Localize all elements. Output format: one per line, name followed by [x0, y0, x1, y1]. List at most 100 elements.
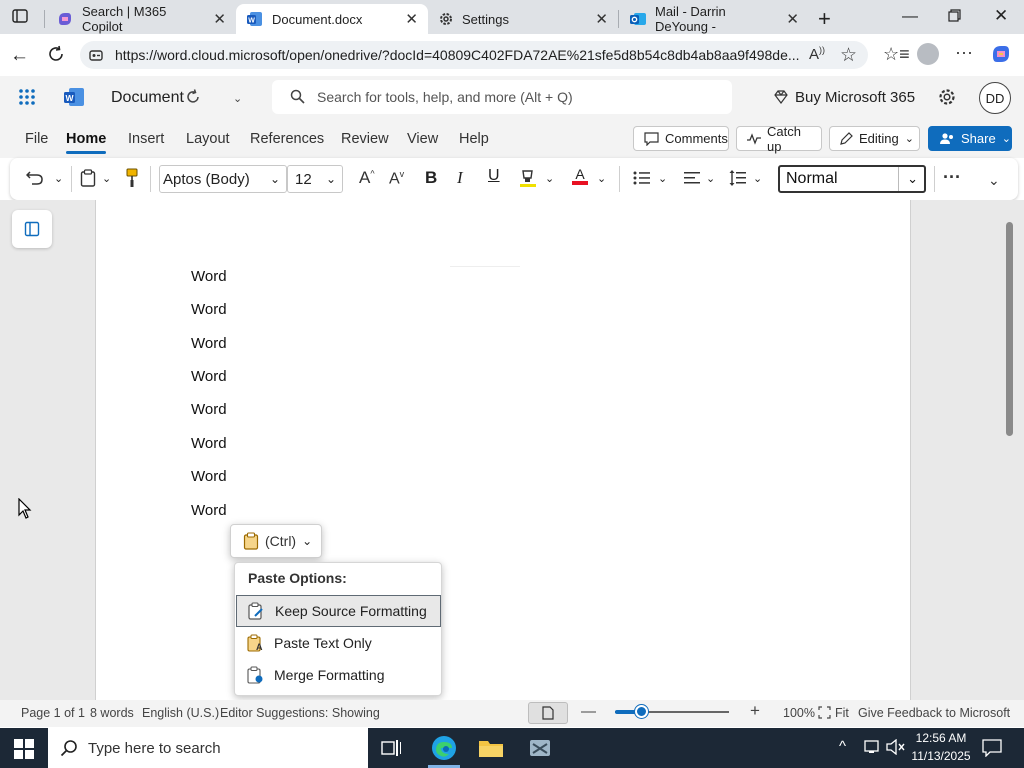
buy-microsoft-365-link[interactable]: Buy Microsoft 365	[795, 89, 915, 106]
align-chevron-down-icon[interactable]: ⌄	[706, 172, 715, 185]
undo-icon[interactable]	[26, 169, 44, 185]
close-tab-icon[interactable]: ✕	[405, 10, 418, 28]
document-line[interactable]: Word	[191, 401, 227, 418]
ribbon-collapse-chevron-icon[interactable]: ⌄	[988, 172, 1000, 189]
spacing-chevron-down-icon[interactable]: ⌄	[753, 172, 762, 185]
tab-references[interactable]: References	[250, 131, 324, 147]
align-icon[interactable]	[683, 170, 701, 186]
tab-document[interactable]: W Document.docx ✕	[236, 4, 428, 34]
tab-review[interactable]: Review	[341, 131, 389, 147]
document-line[interactable]: Word	[191, 268, 227, 285]
clipboard-paste-icon[interactable]	[80, 169, 96, 187]
vertical-scrollbar-thumb[interactable]	[1006, 222, 1013, 436]
bold-icon[interactable]: B	[425, 168, 437, 188]
refresh-icon[interactable]	[47, 45, 65, 63]
document-line[interactable]: Word	[191, 335, 227, 352]
tab-help[interactable]: Help	[459, 131, 489, 147]
network-icon[interactable]	[864, 739, 882, 755]
tab-actions-icon[interactable]	[12, 8, 28, 24]
new-tab-icon[interactable]: +	[818, 6, 831, 32]
page-view-button[interactable]	[528, 702, 568, 724]
show-hidden-icons-chevron-icon[interactable]: ^	[839, 738, 846, 755]
file-explorer-icon[interactable]	[478, 737, 504, 759]
notifications-icon[interactable]	[982, 739, 1002, 757]
bullets-icon[interactable]	[633, 170, 651, 186]
navigation-pane-button[interactable]	[12, 210, 52, 248]
copilot-icon[interactable]	[989, 42, 1013, 66]
favorites-icon[interactable]: ☆≡	[883, 44, 910, 65]
paste-chevron-down-icon[interactable]: ⌄	[102, 172, 111, 185]
grow-font-icon[interactable]: A^	[359, 168, 375, 188]
zoom-out-icon[interactable]: —	[581, 703, 596, 720]
close-tab-icon[interactable]: ✕	[786, 10, 799, 28]
comments-button[interactable]: Comments	[633, 126, 729, 151]
give-feedback-link[interactable]: Give Feedback to Microsoft	[858, 706, 1010, 720]
format-painter-icon[interactable]	[124, 168, 140, 188]
close-tab-icon[interactable]: ✕	[595, 10, 608, 28]
profile-avatar-icon[interactable]	[917, 43, 939, 65]
tab-mail[interactable]: Mail - Darrin DeYoung - ✕	[619, 4, 809, 34]
highlight-chevron-down-icon[interactable]: ⌄	[545, 172, 554, 185]
document-line[interactable]: Word	[191, 502, 227, 519]
undo-chevron-down-icon[interactable]: ⌄	[54, 172, 63, 185]
taskbar-search-box[interactable]: Type here to search	[48, 728, 368, 768]
restore-icon[interactable]	[948, 9, 961, 22]
highlighter-icon[interactable]	[519, 169, 537, 187]
tool-search-input[interactable]: Search for tools, help, and more (Alt + …	[272, 80, 732, 114]
windows-start-icon[interactable]	[14, 739, 34, 759]
page-count[interactable]: Page 1 of 1	[21, 706, 85, 720]
document-line[interactable]: Word	[191, 468, 227, 485]
zoom-slider-thumb[interactable]	[635, 705, 648, 718]
shrink-font-icon[interactable]: Av	[389, 169, 404, 188]
document-line[interactable]: Word	[191, 435, 227, 452]
style-combo[interactable]: Normal ⌄	[778, 165, 926, 193]
share-button[interactable]: Share ⌄	[928, 126, 1012, 151]
favorite-star-icon[interactable]: ☆	[840, 44, 857, 67]
title-chevron-down-icon[interactable]: ⌄	[233, 92, 242, 105]
font-size-combo[interactable]: 12 ⌄	[287, 165, 343, 193]
tab-copilot[interactable]: Search | M365 Copilot ✕	[46, 4, 236, 34]
snipping-tool-icon[interactable]	[527, 736, 553, 760]
editing-mode-button[interactable]: Editing ⌄	[829, 126, 920, 151]
fit-button[interactable]: Fit	[835, 706, 849, 720]
account-avatar[interactable]: DD	[979, 82, 1011, 114]
zoom-level[interactable]: 100%	[783, 706, 815, 720]
more-commands-icon[interactable]: ···	[943, 167, 961, 188]
bullets-chevron-down-icon[interactable]: ⌄	[658, 172, 667, 185]
document-line[interactable]: Word	[191, 301, 227, 318]
editor-suggestions-status[interactable]: Editor Suggestions: Showing	[220, 706, 380, 720]
line-spacing-icon[interactable]	[729, 169, 747, 187]
catch-up-button[interactable]: Catch up	[736, 124, 822, 154]
paste-ctrl-button[interactable]: (Ctrl) ⌄	[230, 524, 322, 558]
word-count[interactable]: 8 words	[90, 706, 134, 720]
merge-formatting-option[interactable]: Merge Formatting	[236, 659, 441, 691]
settings-gear-icon[interactable]	[937, 87, 957, 107]
app-launcher-icon[interactable]	[18, 88, 36, 106]
task-view-icon[interactable]	[381, 738, 401, 758]
edge-taskbar-icon[interactable]	[428, 731, 460, 765]
zoom-in-icon[interactable]: +	[750, 701, 760, 721]
tab-view[interactable]: View	[407, 131, 438, 147]
address-bar[interactable]: https://word.cloud.microsoft/open/onedri…	[80, 41, 868, 69]
tab-file[interactable]: File	[25, 131, 48, 147]
keep-source-formatting-option[interactable]: Keep Source Formatting	[236, 595, 441, 627]
read-aloud-icon[interactable]: A))	[809, 45, 825, 63]
tab-settings[interactable]: Settings ✕	[428, 4, 618, 34]
document-title[interactable]: Document	[111, 89, 184, 107]
language-status[interactable]: English (U.S.)	[142, 706, 219, 720]
tab-layout[interactable]: Layout	[186, 131, 230, 147]
site-info-icon[interactable]	[88, 47, 104, 63]
paste-text-only-option[interactable]: A Paste Text Only	[236, 627, 441, 659]
back-icon[interactable]: ←	[10, 45, 29, 67]
underline-icon[interactable]: U	[488, 167, 500, 185]
italic-icon[interactable]: I	[457, 168, 463, 188]
clock-time[interactable]: 12:56 AM	[913, 731, 969, 745]
clock-date[interactable]: 11/13/2025	[909, 749, 973, 763]
font-name-combo[interactable]: Aptos (Body) ⌄	[159, 165, 287, 193]
tab-home[interactable]: Home	[66, 131, 106, 147]
font-color-chevron-down-icon[interactable]: ⌄	[597, 172, 606, 185]
close-tab-icon[interactable]: ✕	[213, 10, 226, 28]
more-options-icon[interactable]: ···	[955, 42, 973, 63]
document-line[interactable]: Word	[191, 368, 227, 385]
volume-muted-icon[interactable]	[886, 739, 906, 755]
